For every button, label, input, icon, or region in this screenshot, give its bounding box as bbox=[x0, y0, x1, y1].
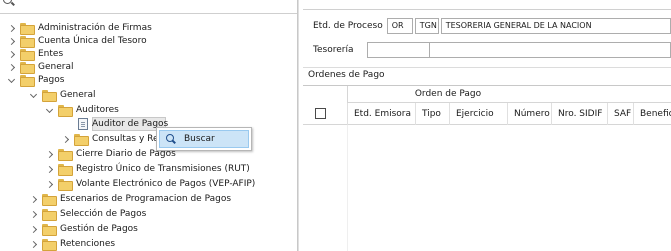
folder-icon bbox=[42, 209, 57, 221]
etd-description-field: TESORERIA GENERAL DE LA NACION bbox=[440, 18, 671, 34]
divider bbox=[0, 13, 297, 14]
chevron-right-icon[interactable] bbox=[6, 35, 16, 47]
tree-item-retenciones[interactable]: Retenciones bbox=[28, 238, 116, 251]
ordenes-section-title: Ordenes de Pago bbox=[308, 70, 385, 80]
context-menu: Buscar bbox=[156, 127, 252, 151]
divider bbox=[303, 67, 671, 68]
folder-icon bbox=[74, 134, 89, 146]
tree-item-label: General bbox=[60, 90, 96, 100]
chevron-right-icon[interactable] bbox=[28, 223, 38, 235]
chevron-right-icon[interactable] bbox=[28, 208, 38, 220]
chevron-right-icon[interactable] bbox=[6, 61, 16, 73]
tree-item-label: Selección de Pagos bbox=[60, 209, 147, 219]
tree-item-label: Administración de Firmas bbox=[38, 23, 152, 33]
chevron-right-icon[interactable] bbox=[60, 133, 70, 145]
folder-open-icon bbox=[20, 75, 35, 87]
tesoreria-description-field bbox=[429, 42, 671, 58]
etd-sub-code-field[interactable]: TGN bbox=[414, 18, 439, 34]
tree-item-label: Retenciones bbox=[60, 239, 116, 249]
tree-item-label: Cuenta Única del Tesoro bbox=[38, 36, 147, 46]
tree-item-seleccion-pagos[interactable]: Selección de Pagos bbox=[28, 208, 147, 221]
col-nro-sidif[interactable]: Nro. SIDIF bbox=[551, 103, 607, 125]
select-all-checkbox[interactable] bbox=[315, 108, 326, 119]
tree-item-label: Gestión de Pagos bbox=[60, 224, 138, 234]
chevron-right-icon[interactable] bbox=[6, 22, 16, 34]
folder-open-icon bbox=[58, 105, 73, 117]
folder-open-icon bbox=[42, 90, 57, 102]
tree-item-pagos-general[interactable]: General bbox=[28, 89, 96, 102]
tree-item-volante-electronico[interactable]: Volante Electrónico de Pagos (VEP-AFIP) bbox=[44, 178, 256, 191]
chevron-down-icon[interactable] bbox=[44, 104, 54, 116]
folder-icon bbox=[20, 23, 35, 35]
context-menu-item-buscar[interactable]: Buscar bbox=[159, 130, 249, 148]
tree-item-general[interactable]: General bbox=[6, 61, 74, 74]
folder-icon bbox=[58, 149, 73, 161]
grid-divider bbox=[347, 125, 348, 251]
etd-proceso-row: Etd. de Proceso OR TGN TESORERIA GENERAL… bbox=[303, 17, 671, 35]
tesoreria-label: Tesorería bbox=[313, 45, 354, 55]
folder-icon bbox=[58, 164, 73, 176]
search-icon[interactable] bbox=[3, 0, 12, 4]
tree-item-label: Registro Único de Transmisiones (RUT) bbox=[76, 164, 250, 174]
select-all-column bbox=[303, 103, 347, 125]
folder-icon bbox=[42, 224, 57, 236]
tesoreria-code-field[interactable] bbox=[367, 42, 430, 58]
tree-item-auditores[interactable]: Auditores bbox=[44, 104, 119, 117]
panel-splitter[interactable] bbox=[298, 0, 299, 251]
etd-proceso-label: Etd. de Proceso bbox=[313, 21, 383, 31]
ordenes-grid: Orden de Pago Etd. Emisora Tipo Ejercici… bbox=[303, 85, 671, 251]
col-etd-emisora[interactable]: Etd. Emisora bbox=[347, 103, 415, 125]
folder-icon bbox=[42, 239, 57, 251]
folder-icon bbox=[20, 36, 35, 48]
tree-item-label: Volante Electrónico de Pagos (VEP-AFIP) bbox=[76, 179, 256, 189]
tree-item-label: Escenarios de Programacion de Pagos bbox=[60, 194, 232, 204]
col-numero[interactable]: Número bbox=[507, 103, 551, 125]
col-saf[interactable]: SAF bbox=[607, 103, 633, 125]
etd-code-field[interactable]: OR bbox=[386, 18, 413, 34]
chevron-right-icon[interactable] bbox=[44, 163, 54, 175]
grid-body bbox=[303, 125, 671, 251]
col-tipo[interactable]: Tipo bbox=[415, 103, 449, 125]
chevron-right-icon[interactable] bbox=[44, 178, 54, 190]
tree-item-label: Auditores bbox=[76, 105, 119, 115]
search-icon bbox=[166, 134, 176, 144]
content-panel: Etd. de Proceso OR TGN TESORERIA GENERAL… bbox=[298, 0, 671, 251]
tree-item-entes[interactable]: Entes bbox=[6, 48, 64, 61]
tree-item-gestion-pagos[interactable]: Gestión de Pagos bbox=[28, 223, 138, 236]
folder-icon bbox=[42, 194, 57, 206]
tree-item-pagos[interactable]: Pagos bbox=[6, 74, 65, 87]
tesoreria-row: Tesorería bbox=[303, 41, 671, 59]
context-menu-label: Buscar bbox=[184, 134, 215, 144]
group-header-title: Orden de Pago bbox=[414, 89, 482, 99]
chevron-down-icon[interactable] bbox=[6, 74, 16, 86]
tree-item-auditor-de-pagos[interactable]: Auditor de Pagos bbox=[78, 118, 168, 130]
folder-icon bbox=[58, 179, 73, 191]
top-strip bbox=[303, 0, 671, 10]
chevron-right-icon[interactable] bbox=[28, 238, 38, 250]
tree-item-consultas-reportes[interactable]: Consultas y Rep bbox=[60, 133, 165, 146]
tree-item-label: Entes bbox=[38, 49, 64, 59]
document-icon bbox=[78, 118, 88, 130]
tree-item-label: Consultas y Rep bbox=[92, 134, 165, 144]
folder-icon bbox=[20, 62, 35, 74]
col-ejercicio[interactable]: Ejercicio bbox=[449, 103, 507, 125]
chevron-right-icon[interactable] bbox=[44, 148, 54, 160]
chevron-right-icon[interactable] bbox=[28, 193, 38, 205]
navigation-tree-panel: Administración de Firmas Cuenta Única de… bbox=[0, 0, 298, 251]
tree-item-cuenta-unica[interactable]: Cuenta Única del Tesoro bbox=[6, 35, 147, 48]
chevron-down-icon[interactable] bbox=[28, 89, 38, 101]
tree-search-bar[interactable] bbox=[0, 0, 297, 14]
tree-item-escenarios[interactable]: Escenarios de Programacion de Pagos bbox=[28, 193, 232, 206]
tree-item-administracion-firmas[interactable]: Administración de Firmas bbox=[6, 22, 152, 35]
folder-icon bbox=[20, 49, 35, 61]
grid-group-header: Orden de Pago bbox=[347, 86, 671, 103]
tree-item-registro-rut[interactable]: Registro Único de Transmisiones (RUT) bbox=[44, 163, 250, 176]
tree-item-label: General bbox=[38, 62, 74, 72]
col-beneficiario[interactable]: Benefic bbox=[633, 103, 671, 125]
grid-column-headers: Etd. Emisora Tipo Ejercicio Número Nro. … bbox=[303, 103, 671, 125]
chevron-right-icon[interactable] bbox=[6, 48, 16, 60]
tree-item-label: Pagos bbox=[38, 75, 65, 85]
